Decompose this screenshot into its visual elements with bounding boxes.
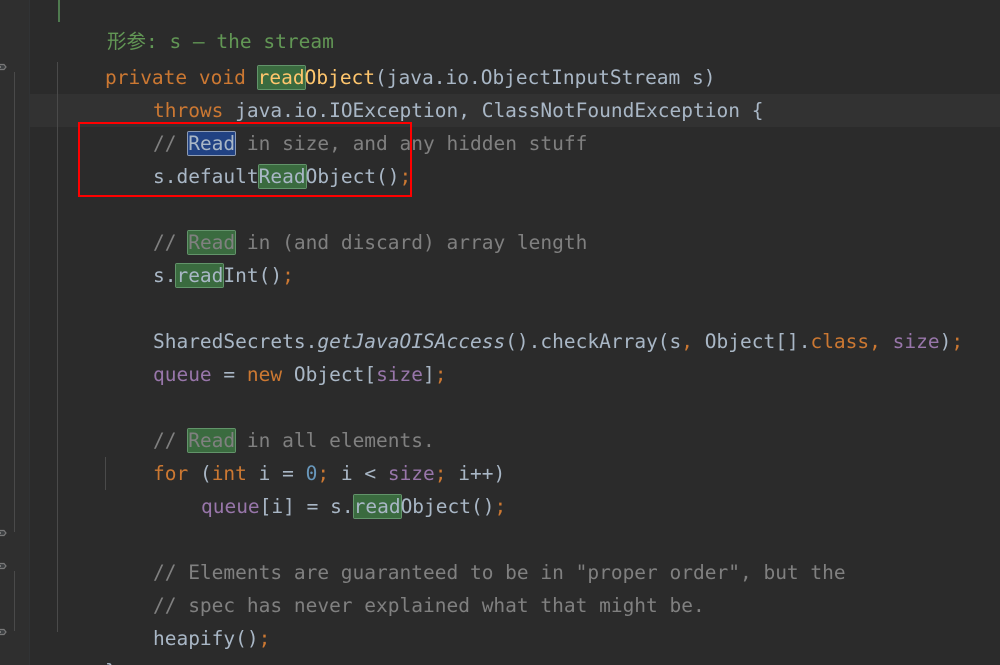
token-semicolon-2: ; (282, 264, 294, 287)
code-line-queue-new[interactable]: queue = new Object[size]; (106, 325, 447, 386)
fold-collapse-icon[interactable] (0, 528, 8, 545)
code-line-comment-elements[interactable]: // Elements are guaranteed to be in "pro… (106, 523, 846, 584)
fold-collapse-icon[interactable] (0, 627, 8, 644)
search-match-read-4[interactable]: read (176, 264, 224, 287)
token-new-keyword: new (246, 363, 283, 386)
code-line-closing-brace[interactable]: } (58, 622, 117, 665)
code-line-read-int[interactable]: s.readInt(); (106, 226, 294, 287)
code-line-comment-spec[interactable]: // spec has never explained what that mi… (106, 556, 705, 617)
code-line-heapify[interactable]: heapify(); (106, 589, 270, 650)
code-line-queue-assign[interactable]: queue[i] = s.readObject(); (154, 457, 506, 518)
fold-collapse-icon[interactable] (0, 62, 8, 79)
code-line-shared-secrets[interactable]: SharedSecrets.getJavaOISAccess().checkAr… (106, 292, 963, 353)
fold-region-line-2 (14, 571, 15, 631)
token-size-field-1: size (892, 330, 940, 353)
code-line-throws[interactable]: throws java.io.IOException, ClassNotFoun… (106, 61, 764, 122)
token-queue-field-2: queue (200, 495, 260, 518)
gutter-divider (29, 0, 30, 665)
code-line-comment-read-size[interactable]: // Read in size, and any hidden stuff (106, 94, 587, 155)
token-closing-brace: } (105, 660, 117, 665)
token-semicolon-3: ; (951, 330, 964, 353)
code-line-javadoc-param[interactable]: 形参: s – the stream (60, 0, 334, 53)
token-class-keyword: class (810, 330, 870, 353)
token-queue-field-1: queue (152, 363, 212, 386)
code-line-for-loop[interactable]: for (int i = 0; i < size; i++) (106, 424, 505, 485)
token-heapify-call: heapify() (152, 627, 259, 650)
search-match-read-6[interactable]: read (353, 495, 401, 518)
code-line-default-read-object[interactable]: s.defaultReadObject(); (106, 127, 411, 188)
code-editor[interactable]: 形参: s – the stream private void readObje… (0, 0, 1000, 665)
indent-guide-level-1 (57, 62, 58, 632)
token-size-field-2: size (376, 363, 424, 386)
fold-collapse-icon[interactable] (0, 561, 8, 578)
search-match-read-2[interactable]: Read (258, 165, 306, 188)
token-semicolon-5: ; (494, 495, 507, 518)
code-line-method-signature[interactable]: private void readObject(java.io.ObjectIn… (58, 28, 716, 89)
token-semicolon-1: ; (399, 165, 412, 188)
token-semicolon-4: ; (434, 363, 447, 386)
token-semicolon-6: ; (258, 627, 271, 650)
code-line-comment-read-discard[interactable]: // Read in (and discard) array length (106, 193, 587, 254)
code-line-comment-read-all[interactable]: // Read in all elements. (106, 391, 435, 452)
fold-region-line (14, 72, 15, 532)
